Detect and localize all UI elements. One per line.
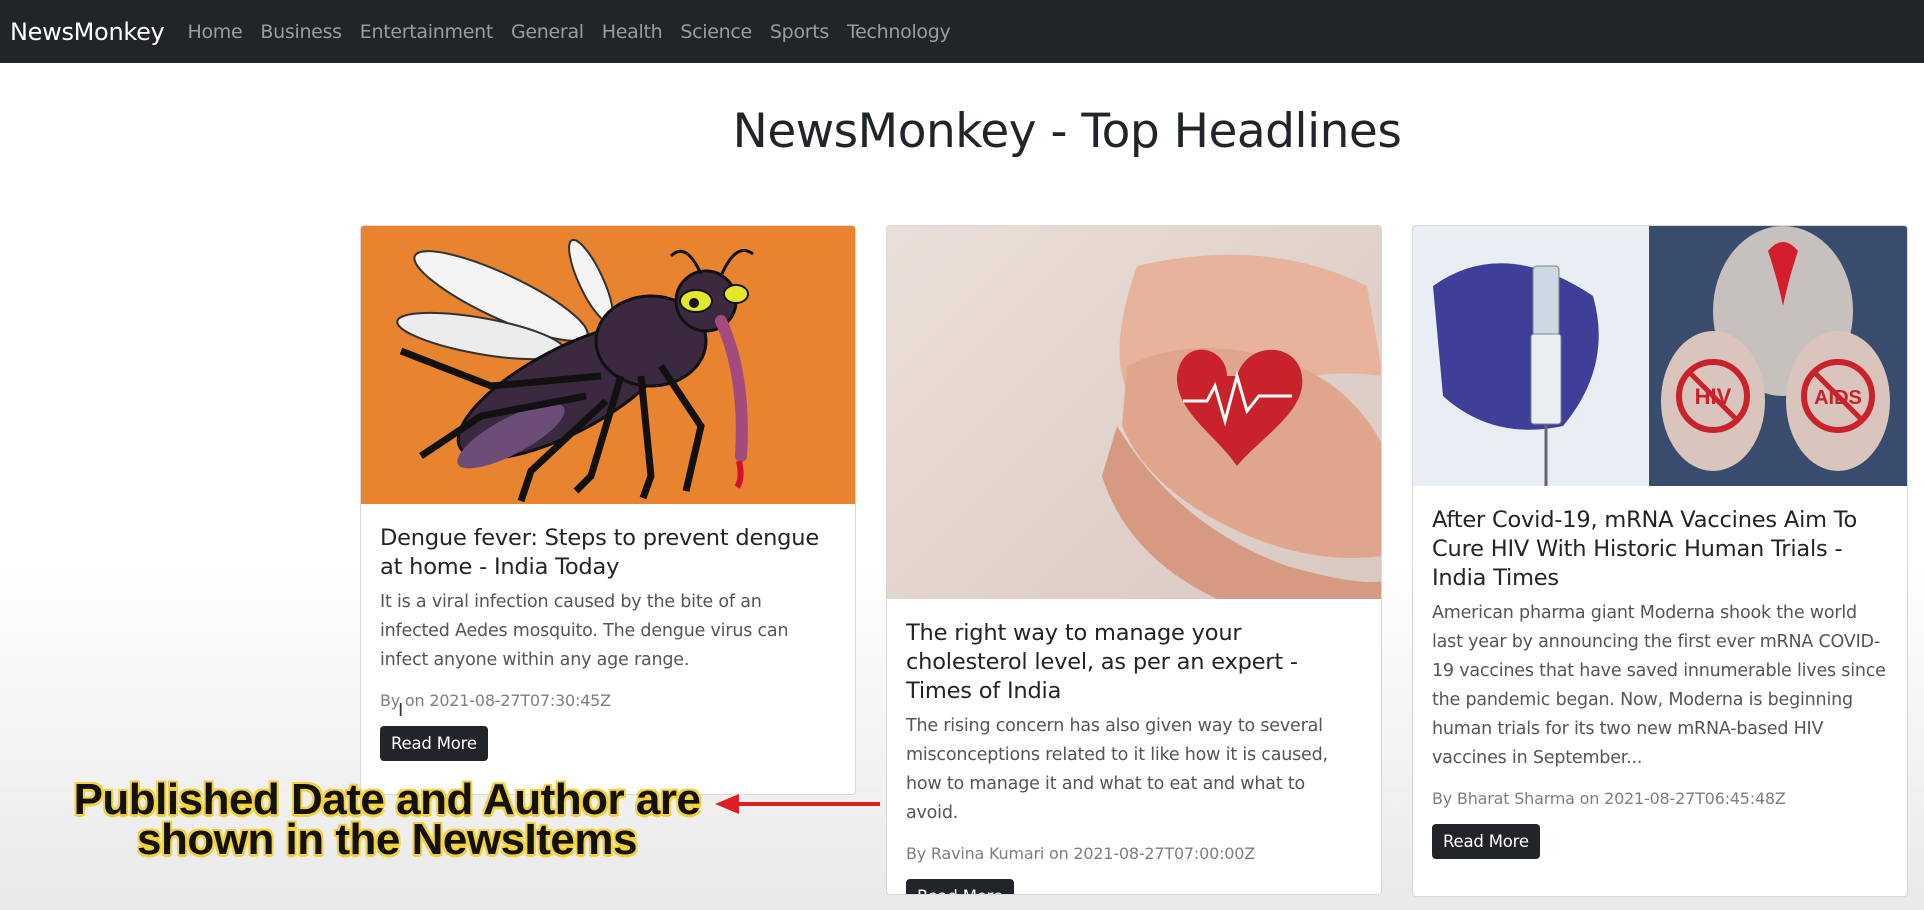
card-title: The right way to manage your cholesterol… <box>906 620 1298 704</box>
hiv-hand-label: HIV <box>1695 384 1732 409</box>
nav-link-entertainment[interactable]: Entertainment <box>360 21 494 43</box>
card-description: The rising concern has also given way to… <box>906 716 1328 823</box>
annotation-arrow-icon <box>715 794 880 814</box>
brand-logo-link[interactable]: NewsMonkey <box>10 18 165 46</box>
nav-link-general[interactable]: General <box>511 21 584 43</box>
nav-link-health[interactable]: Health <box>602 21 663 43</box>
nav-link-home[interactable]: Home <box>187 21 242 43</box>
news-card: The right way to manage your cholesterol… <box>886 225 1382 895</box>
annotation-line-2: shown in the NewsItems <box>137 815 637 864</box>
page-title: NewsMonkey - Top Headlines <box>732 104 1402 159</box>
card-title: After Covid-19, mRNA Vaccines Aim To Cur… <box>1432 507 1858 591</box>
read-more-button[interactable]: Read More <box>380 726 488 761</box>
aids-hand-label: AIDS <box>1814 387 1862 409</box>
card-description: It is a viral infection caused by the bi… <box>380 592 789 670</box>
card-title: Dengue fever: Steps to prevent dengue at… <box>380 525 819 580</box>
nav-link-technology[interactable]: Technology <box>847 21 951 43</box>
card-image-heart-hands <box>887 226 1381 599</box>
text-cursor-icon: I <box>398 700 404 721</box>
read-more-button[interactable]: Read More <box>1432 824 1540 859</box>
navbar: NewsMonkey Home Business Entertainment G… <box>0 0 1924 63</box>
card-author-date: By Ravina Kumari on 2021-08-27T07:00:00Z <box>906 844 1255 863</box>
news-card: Dengue fever: Steps to prevent dengue at… <box>360 225 856 795</box>
nav-link-business[interactable]: Business <box>260 21 342 43</box>
read-more-button[interactable]: Read More <box>906 879 1014 894</box>
card-author-date: By Bharat Sharma on 2021-08-27T06:45:48Z <box>1432 789 1786 808</box>
annotation-caption: Published Date and Author are shown in t… <box>52 775 722 864</box>
annotation-line-1: Published Date and Author are <box>73 775 701 824</box>
card-image-mosquito <box>361 226 855 504</box>
nav-link-sports[interactable]: Sports <box>770 21 829 43</box>
nav-link-science[interactable]: Science <box>680 21 752 43</box>
card-description: American pharma giant Moderna shook the … <box>1432 603 1886 768</box>
news-card: HIV AIDS After Covid-19, mRNA Vaccines A… <box>1412 225 1908 897</box>
card-image-vaccine-hiv: HIV AIDS <box>1413 226 1907 486</box>
card-author-date: By on 2021-08-27T07:30:45Z <box>380 691 611 710</box>
